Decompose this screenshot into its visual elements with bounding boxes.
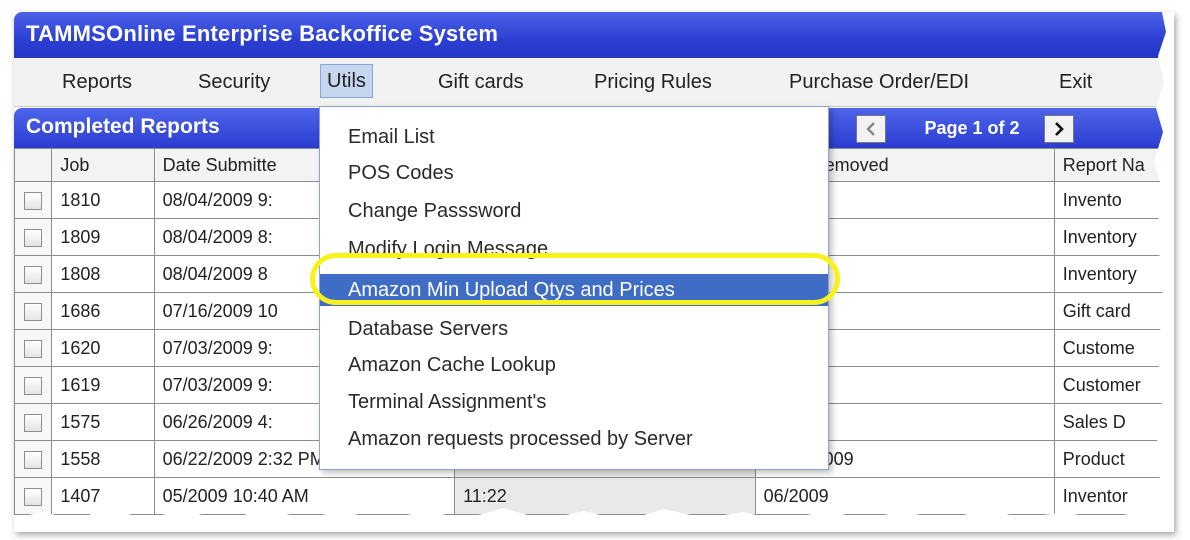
app-window: TAMMSOnline Enterprise Backoffice System… [14,12,1174,532]
utils-menu-item[interactable]: Amazon requests processed by Server [320,423,828,455]
column-header-job[interactable]: Job [51,148,155,182]
row-checkbox[interactable] [24,339,43,358]
app-title: TAMMSOnline Enterprise Backoffice System [26,21,499,46]
row-select-cell [14,218,53,256]
select-column-header [14,148,53,182]
page-indicator: Page 1 of 2 [924,118,1020,138]
utils-menu-item[interactable]: Amazon Cache Lookup [320,349,828,381]
next-page-button[interactable] [1044,115,1074,143]
job-cell: 1620 [51,329,155,367]
job-cell: 1619 [51,366,155,404]
job-cell: 1558 [51,440,155,478]
chevron-left-icon [866,122,875,136]
row-checkbox[interactable] [24,228,43,247]
utils-menu-item[interactable]: Database Servers [320,313,828,345]
utils-dropdown-menu: Email List POS Codes Change Passsword Modif… [319,106,829,470]
menu-exit[interactable]: Exit [1059,58,1092,106]
utils-menu-item[interactable]: Terminal Assignment's [320,386,828,418]
utils-menu-item[interactable]: Amazon Min Upload Qtys and Prices [320,274,828,306]
row-checkbox[interactable] [24,302,43,321]
torn-edge-right [1154,12,1174,532]
row-select-cell [14,366,53,404]
menu-security[interactable]: Security [198,58,270,106]
row-checkbox[interactable] [24,191,43,210]
job-cell: 1575 [51,403,155,441]
menu-purchase-order-edi[interactable]: Purchase Order/EDI [789,58,969,106]
utils-menu-item[interactable]: Email List [320,121,828,153]
chevron-right-icon [1055,122,1064,136]
utils-menu-item[interactable]: Modify Login Message [320,233,828,265]
completed-reports-title: Completed Reports [26,115,220,138]
row-select-cell [14,440,53,478]
job-cell: 1686 [51,292,155,330]
menu-gift-cards[interactable]: Gift cards [438,58,524,106]
prev-page-button[interactable] [856,115,886,143]
job-cell: 1809 [51,218,155,256]
menu-utils[interactable]: Utils [320,64,373,98]
row-checkbox[interactable] [24,450,43,469]
utils-menu-item[interactable]: Change Passsword [320,195,828,227]
torn-edge-bottom [14,508,1174,532]
row-select-cell [14,292,53,330]
row-select-cell [14,329,53,367]
row-select-cell [14,255,53,293]
row-checkbox[interactable] [24,413,43,432]
row-select-cell [14,181,53,219]
menu-reports[interactable]: Reports [62,58,132,106]
title-bar: TAMMSOnline Enterprise Backoffice System [14,12,1174,58]
row-checkbox[interactable] [24,265,43,284]
menu-pricing-rules[interactable]: Pricing Rules [594,58,712,106]
menu-bar: Reports Security Utils Gift cards Pricin… [14,58,1174,107]
row-checkbox[interactable] [24,376,43,395]
job-cell: 1810 [51,181,155,219]
job-cell: 1808 [51,255,155,293]
utils-menu-item[interactable]: POS Codes [320,157,828,189]
row-select-cell [14,403,53,441]
